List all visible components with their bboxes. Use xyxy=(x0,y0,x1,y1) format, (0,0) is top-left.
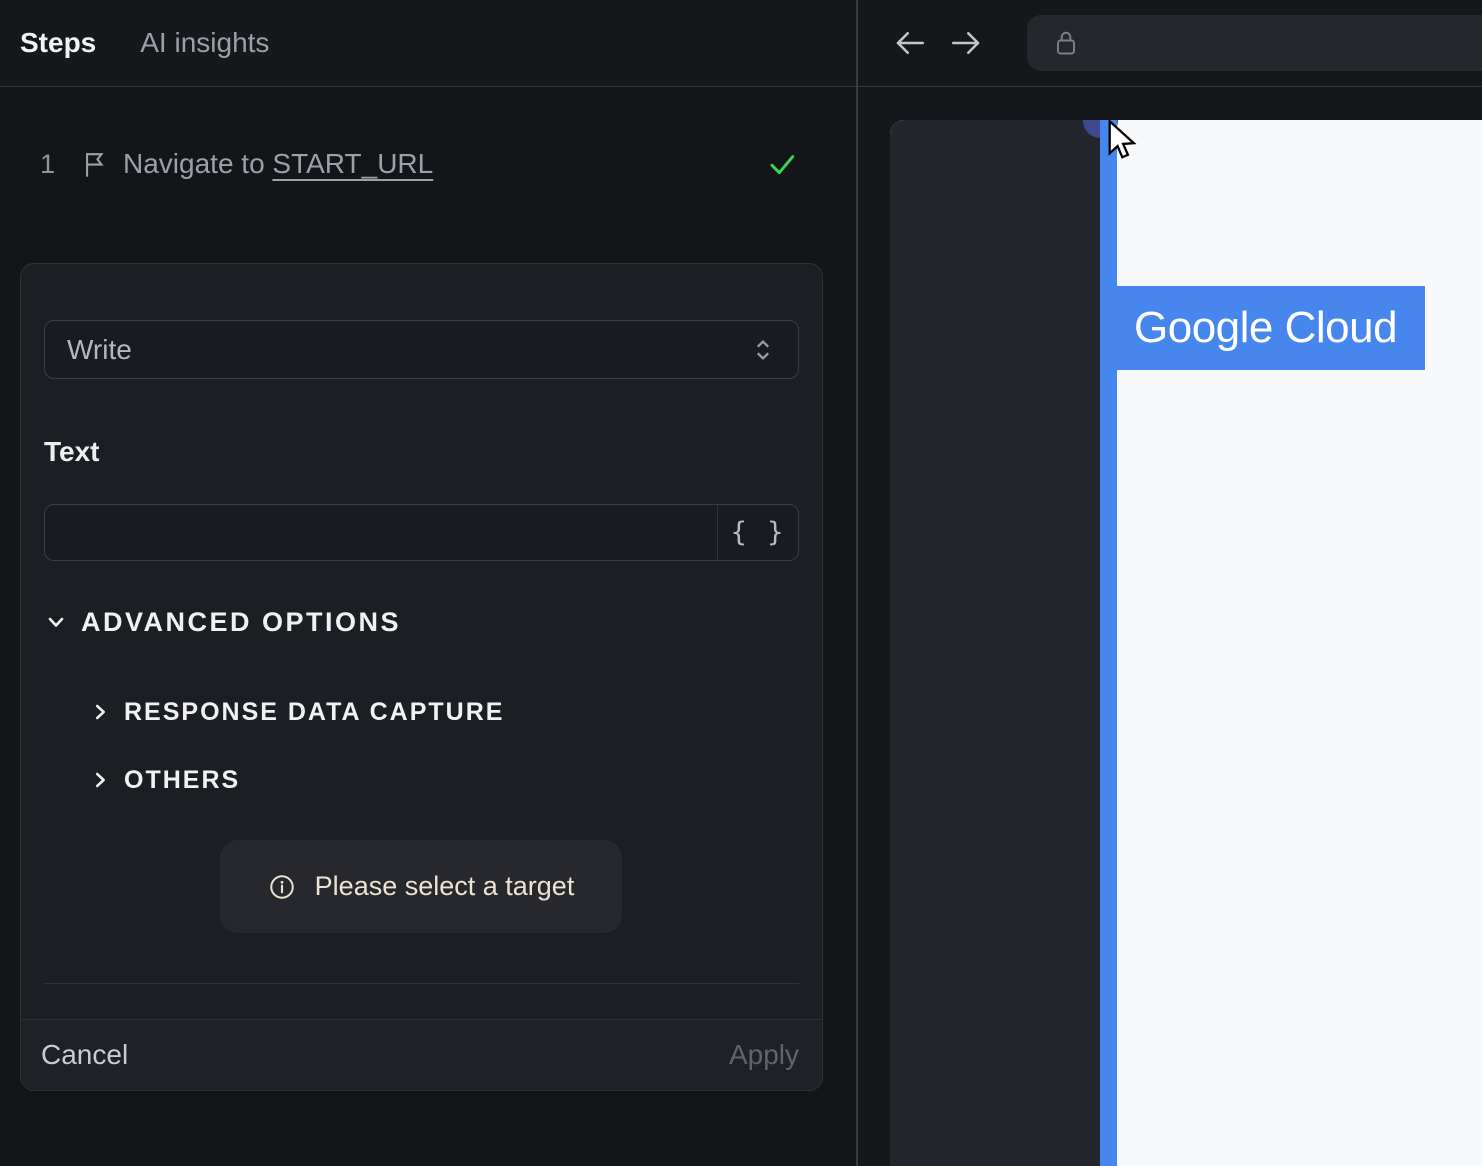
select-target-notice: Please select a target xyxy=(220,840,622,933)
advanced-options-label: ADVANCED OPTIONS xyxy=(81,606,402,637)
back-button[interactable] xyxy=(892,25,928,61)
chevron-down-icon xyxy=(44,610,68,634)
others-toggle[interactable]: OTHERS xyxy=(89,764,240,796)
tab-steps[interactable]: Steps xyxy=(20,27,96,59)
text-input[interactable] xyxy=(45,505,717,560)
select-target-notice-text: Please select a target xyxy=(314,871,575,901)
cancel-button[interactable]: Cancel xyxy=(41,1039,128,1071)
text-field-label: Text xyxy=(44,436,100,467)
highlighted-element[interactable]: Google Cloud xyxy=(1117,286,1425,370)
response-data-capture-toggle[interactable]: RESPONSE DATA CAPTURE xyxy=(89,696,504,728)
chevron-right-icon xyxy=(89,701,111,723)
forward-button[interactable] xyxy=(948,25,984,61)
check-icon xyxy=(766,148,798,180)
step-config-card: Write Text { } ADVANCED OPTIONS RESPONSE… xyxy=(20,263,823,1091)
element-highlight-strip xyxy=(1100,120,1117,1166)
action-type-value: Write xyxy=(67,333,132,365)
lock-icon xyxy=(1051,27,1081,59)
address-bar[interactable] xyxy=(1027,15,1482,71)
step-title: Navigate to START_URL xyxy=(123,148,433,180)
advanced-options-toggle[interactable]: ADVANCED OPTIONS xyxy=(44,605,401,639)
info-icon xyxy=(268,873,296,901)
others-label: OTHERS xyxy=(124,765,241,794)
text-input-group: { } xyxy=(44,504,799,561)
card-footer: Cancel Apply xyxy=(21,1019,822,1090)
apply-button[interactable]: Apply xyxy=(729,1039,799,1071)
highlighted-element-label: Google Cloud xyxy=(1134,303,1398,352)
step-editor-panel: Steps AI insights 1 Navigate to START_UR… xyxy=(0,0,857,1166)
insert-variable-button[interactable]: { } xyxy=(717,505,798,560)
step-row[interactable]: 1 Navigate to START_URL xyxy=(0,140,857,188)
start-url-link[interactable]: START_URL xyxy=(272,148,433,179)
step-title-text: Navigate to xyxy=(123,148,273,179)
webpage-dark-sidebar[interactable] xyxy=(890,120,1101,1166)
panel-tabbar: Steps AI insights xyxy=(0,0,857,87)
chevron-up-down-icon xyxy=(750,337,776,363)
footer-divider xyxy=(44,983,799,984)
tab-ai-insights[interactable]: AI insights xyxy=(140,27,269,59)
flag-icon xyxy=(80,149,108,179)
mouse-cursor-icon xyxy=(1102,120,1142,164)
browser-toolbar xyxy=(858,0,1482,87)
browser-preview-pane: Google Cloud xyxy=(858,0,1482,1166)
rendered-webpage[interactable]: Google Cloud xyxy=(890,120,1482,1166)
step-number: 1 xyxy=(40,148,56,179)
action-type-select[interactable]: Write xyxy=(44,320,799,379)
response-data-capture-label: RESPONSE DATA CAPTURE xyxy=(124,697,505,726)
chevron-right-icon xyxy=(89,769,111,791)
